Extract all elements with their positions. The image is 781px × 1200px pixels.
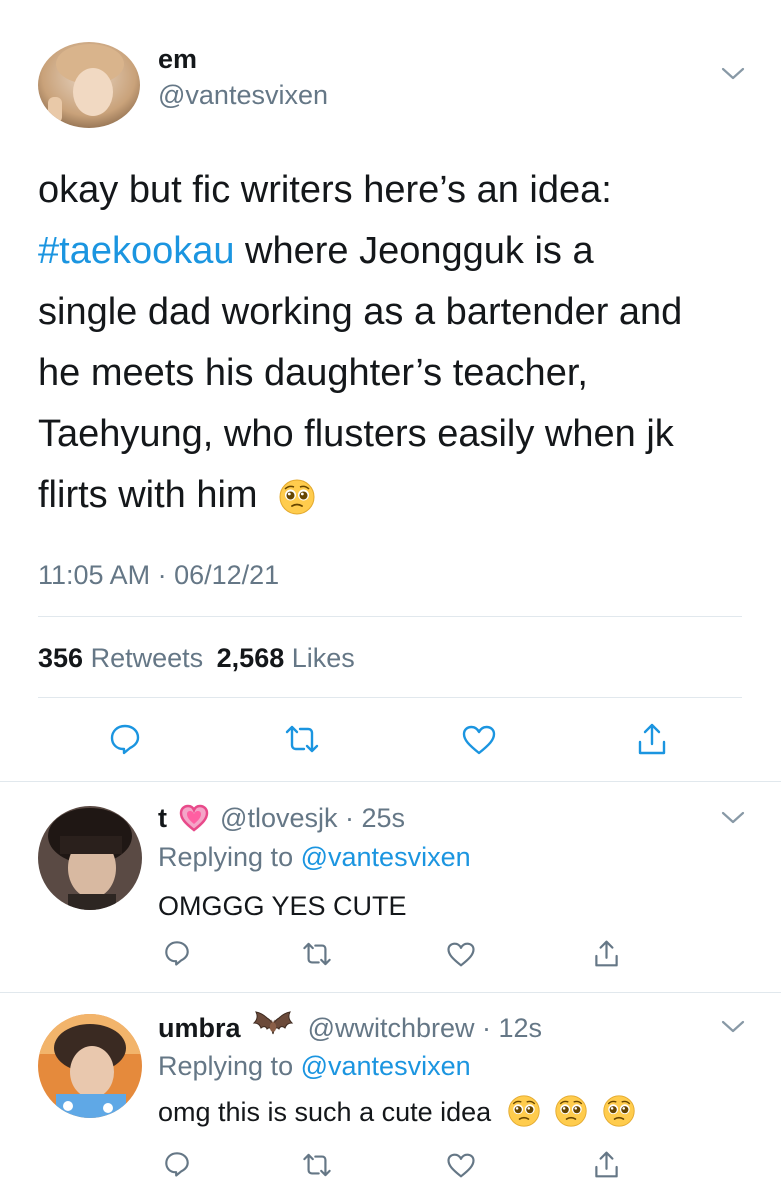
reply-header: t @tlovesjk · 25s: [158, 803, 405, 834]
pink-heart-emoji: [179, 804, 209, 832]
pleading-face-emoji: [278, 474, 316, 515]
replying-to-link[interactable]: @vantesvixen: [301, 1051, 471, 1081]
reply-text-content: omg this is such a cute idea: [158, 1097, 492, 1128]
divider: [38, 616, 742, 617]
display-name[interactable]: em: [158, 44, 197, 75]
tweet-text-fragment: where Jeongguk is a: [234, 230, 594, 272]
likes-label[interactable]: Likes: [292, 643, 355, 673]
tweet-text: okay but fic writers here’s an idea: #ta…: [38, 160, 758, 526]
reply-time[interactable]: · 25s: [345, 803, 405, 833]
reply-text: OMGGG YES CUTE: [158, 891, 407, 921]
chevron-down-icon[interactable]: [721, 1019, 745, 1035]
hashtag-link[interactable]: #taekookau: [38, 230, 235, 272]
pleading-face-emoji: [554, 1094, 588, 1128]
reply-icon[interactable]: [108, 722, 142, 756]
chevron-down-icon[interactable]: [721, 810, 745, 826]
handle[interactable]: @vantesvixen: [158, 80, 328, 111]
handle[interactable]: @tlovesjk: [220, 803, 337, 833]
tweet-text-line: Taehyung, who flusters easily when jk: [38, 413, 674, 455]
tweet-text-line: he meets his daughter’s teacher,: [38, 352, 588, 394]
display-name[interactable]: t: [158, 803, 167, 833]
reply-icon[interactable]: [163, 1150, 191, 1178]
chevron-down-icon[interactable]: [721, 66, 745, 82]
reply-actions: [0, 1150, 781, 1182]
tweet-actions: [0, 722, 781, 762]
like-icon[interactable]: [446, 941, 476, 968]
retweets-label[interactable]: Retweets: [91, 643, 204, 673]
reply-actions: [0, 939, 781, 971]
like-icon[interactable]: [446, 1152, 476, 1179]
pleading-face-emoji: [602, 1094, 636, 1128]
retweet-icon[interactable]: [283, 724, 321, 754]
pleading-face-emoji: [507, 1094, 541, 1128]
like-count[interactable]: 2,568: [217, 643, 285, 673]
replying-prefix: Replying to: [158, 842, 294, 872]
replying-to: Replying to @vantesvixen: [158, 842, 471, 873]
share-icon[interactable]: [593, 1150, 620, 1179]
replying-to-link[interactable]: @vantesvixen: [301, 842, 471, 872]
reply-icon[interactable]: [163, 939, 191, 967]
bat-emoji: [252, 1010, 294, 1044]
avatar[interactable]: [38, 806, 142, 910]
replying-to: Replying to @vantesvixen: [158, 1051, 471, 1082]
avatar[interactable]: [38, 1014, 142, 1118]
like-icon[interactable]: [461, 724, 497, 756]
share-icon[interactable]: [636, 722, 668, 756]
retweet-count[interactable]: 356: [38, 643, 83, 673]
retweet-icon[interactable]: [301, 1152, 333, 1178]
tweet-text-line: flirts with him: [38, 465, 758, 526]
replying-prefix: Replying to: [158, 1051, 294, 1081]
handle[interactable]: @wwitchbrew: [308, 1013, 475, 1043]
tweet-text-line: #taekookau where Jeongguk is a: [38, 221, 758, 282]
display-name[interactable]: umbra: [158, 1013, 241, 1043]
divider: [0, 992, 781, 993]
engagement-stats: 356 Retweets 2,568 Likes: [38, 643, 355, 674]
tweet-text-line: okay but fic writers here’s an idea:: [38, 169, 612, 211]
reply-header: umbra @wwitchbrew · 12s: [158, 1010, 542, 1047]
reply-text: omg this is such a cute idea: [158, 1094, 636, 1131]
share-icon[interactable]: [593, 939, 620, 968]
retweet-icon[interactable]: [301, 941, 333, 967]
timestamp[interactable]: 11:05 AM · 06/12/21: [38, 560, 279, 591]
divider: [0, 781, 781, 782]
tweet-text-line: single dad working as a bartender and: [38, 291, 683, 333]
avatar[interactable]: [38, 42, 140, 128]
reply-time[interactable]: · 12s: [482, 1013, 542, 1043]
divider: [38, 697, 742, 698]
tweet-text-fragment: flirts with him: [38, 474, 258, 516]
